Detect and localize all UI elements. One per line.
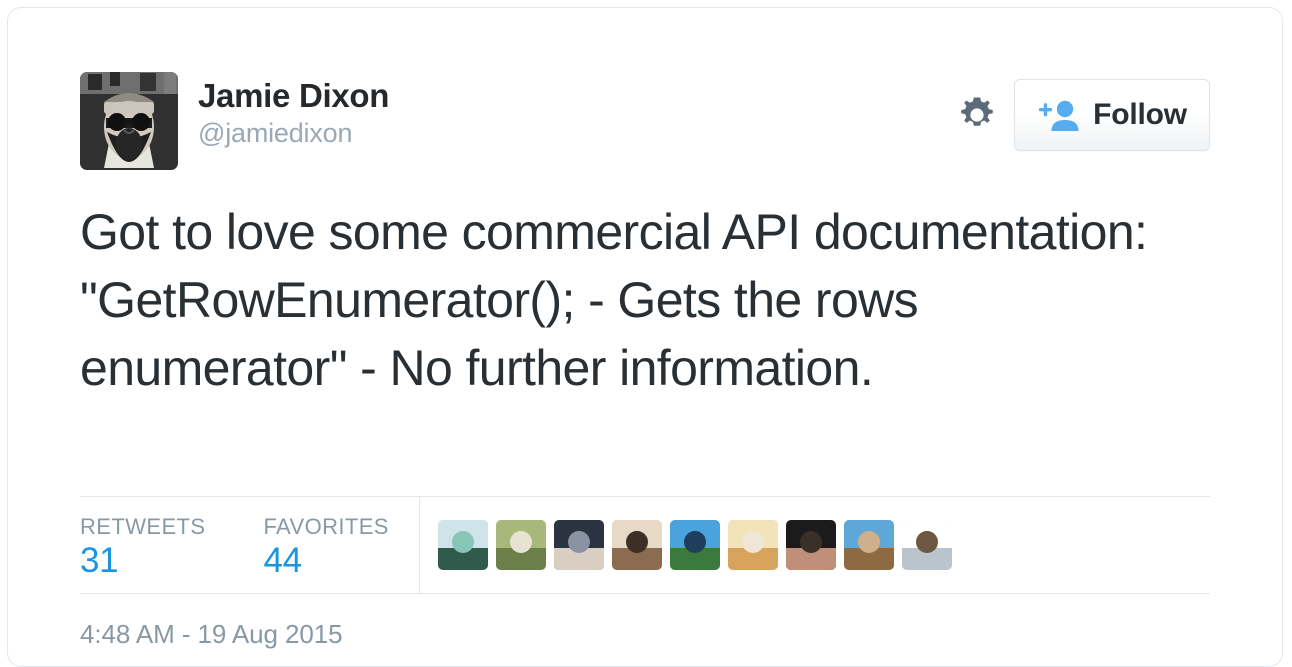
retweets-label: RETWEETS — [80, 514, 206, 539]
engager-avatar-2-photo — [496, 520, 546, 570]
engager-avatar-2[interactable] — [496, 520, 546, 570]
identity-block: Jamie Dixon @jamiedixon — [198, 76, 389, 151]
retweets-stat[interactable]: RETWEETS 31 — [80, 497, 205, 593]
gear-icon — [961, 97, 993, 126]
engager-avatar-9[interactable] — [902, 520, 952, 570]
engager-avatar-7[interactable] — [786, 520, 836, 570]
engager-avatar-5[interactable] — [670, 520, 720, 570]
tweet-text: Got to love some commercial API document… — [80, 204, 1148, 396]
tweet-stats: RETWEETS 31 FAVORITES 44 — [80, 496, 1210, 594]
engager-avatar-1-photo — [438, 520, 488, 570]
favorites-value: 44 — [263, 541, 302, 580]
favorites-stat[interactable]: FAVORITES 44 — [263, 497, 388, 593]
avatar-photo — [80, 72, 178, 170]
engager-avatar-6[interactable] — [728, 520, 778, 570]
engager-avatar-8[interactable] — [844, 520, 894, 570]
add-person-icon — [1037, 98, 1081, 132]
settings-gear-button[interactable] — [956, 94, 998, 136]
retweets-value: 31 — [80, 541, 119, 580]
avatar[interactable] — [80, 72, 178, 170]
engager-avatar-6-photo — [728, 520, 778, 570]
engager-avatar-1[interactable] — [438, 520, 488, 570]
engager-avatar-7-photo — [786, 520, 836, 570]
favorites-label: FAVORITES — [263, 514, 389, 539]
tweet-timestamp[interactable]: 4:48 AM - 19 Aug 2015 — [80, 618, 343, 650]
follow-button[interactable]: Follow — [1014, 79, 1210, 151]
engager-avatar-8-photo — [844, 520, 894, 570]
tweet-header: Jamie Dixon @jamiedixon Follow — [80, 72, 1210, 176]
engager-avatar-3-photo — [554, 520, 604, 570]
engager-avatar-5-photo — [670, 520, 720, 570]
follow-button-label: Follow — [1093, 98, 1187, 131]
engager-avatar-4-photo — [612, 520, 662, 570]
author-display-name[interactable]: Jamie Dixon — [198, 76, 389, 116]
engager-avatar-4[interactable] — [612, 520, 662, 570]
tweet-card: Jamie Dixon @jamiedixon Follow Got to lo… — [7, 7, 1283, 667]
engagers-facepile — [438, 497, 960, 593]
engager-avatar-3[interactable] — [554, 520, 604, 570]
engager-avatar-9-photo — [902, 520, 952, 570]
stats-counters: RETWEETS 31 FAVORITES 44 — [80, 497, 420, 593]
author-handle[interactable]: @jamiedixon — [198, 116, 389, 151]
